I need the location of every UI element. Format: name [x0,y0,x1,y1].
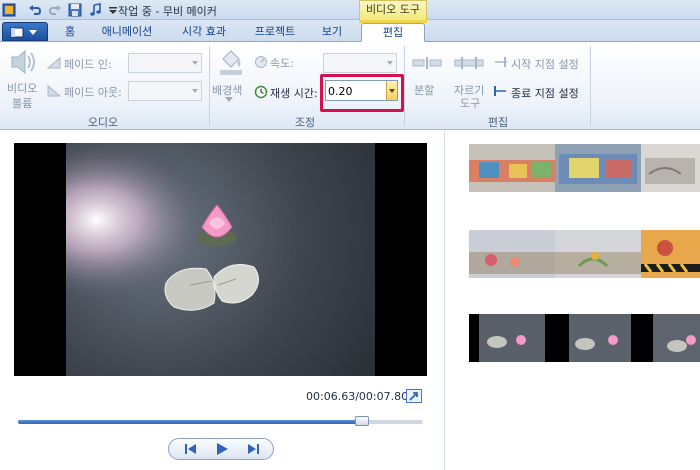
context-tab-strip [359,20,427,23]
storyboard-clip-1[interactable] [469,144,700,192]
set-start-point-icon [495,57,507,67]
expand-arrow-icon [409,392,418,401]
movie-maker-app-icon [2,3,16,17]
audio-group-label: 오디오 [87,116,119,129]
next-frame-icon [248,444,259,454]
redo-icon[interactable] [48,3,62,17]
fade-in-dropdown[interactable] [128,53,202,73]
duration-dropdown-arrow[interactable] [386,81,397,100]
video-volume-label-2[interactable]: 볼륨 [12,95,32,111]
fade-out-label: 페이드 아웃: [64,86,122,99]
tab-animations[interactable]: 애니메이션 [96,23,158,42]
tab-edit[interactable]: 편집 [361,23,425,42]
speed-icon [255,56,267,68]
split-icon [412,57,442,69]
speed-dropdown[interactable] [323,53,397,73]
tab-project[interactable]: 프로젝트 [248,23,302,42]
tab-view[interactable]: 보기 [316,23,348,42]
title-bar: 작업 중 - 무비 메이커 [0,0,700,20]
set-start-point-button[interactable]: 시작 지점 설정 [511,56,579,72]
tab-home[interactable]: 홈 [58,23,82,42]
wall-painting-clip-thumbnails [469,230,700,278]
video-tools-context-header: 비디오 도구 [359,0,427,20]
panel-divider[interactable] [444,131,445,470]
seek-bar-thumb[interactable] [355,416,370,426]
split-button[interactable]: 분할 [414,82,434,98]
play-button[interactable] [206,441,238,457]
set-end-point-icon [494,86,506,96]
group-separator [404,46,405,126]
video-preview[interactable] [14,143,427,376]
set-end-point-button[interactable]: 종료 지점 설정 [511,85,579,101]
mural-clip-thumbnails [469,144,700,192]
file-menu-button[interactable] [2,22,48,41]
background-color-icon [220,50,242,75]
file-menu-icon [10,27,37,38]
playback-controls [168,438,274,460]
undo-icon[interactable] [28,3,42,17]
preview-frame-image [66,143,375,376]
fullscreen-button[interactable] [406,389,422,403]
fade-out-dropdown[interactable] [128,81,202,101]
previous-frame-button[interactable] [174,441,206,457]
background-color-label[interactable]: 배경색 [212,82,242,98]
background-color-chevron-icon [225,97,233,102]
play-icon [217,443,228,455]
group-separator [590,46,591,126]
next-frame-button[interactable] [238,441,270,457]
lotus-clip-thumbnails [469,314,700,362]
fade-in-label: 페이드 인: [64,58,112,71]
duration-combobox[interactable] [325,80,398,101]
music-note-icon[interactable] [88,3,102,17]
trim-tool-icon [454,57,484,69]
speaker-volume-icon [11,49,35,75]
ribbon-tab-bar: 홈 애니메이션 시각 효과 프로젝트 보기 편집 [0,20,700,42]
trim-tool-label-2[interactable]: 도구 [460,95,480,111]
seek-bar-progress [18,420,363,424]
save-icon[interactable] [68,3,82,17]
playback-time: 00:06.63/00:07.80 [306,390,409,403]
storyboard-clip-2[interactable] [469,230,700,278]
window-title: 작업 중 - 무비 메이커 [118,5,217,18]
duration-clock-icon [254,85,268,99]
speed-label: 속도: [270,57,294,70]
lotus-on-pond-image [66,143,375,376]
previous-frame-icon [185,444,196,454]
video-volume-label-1[interactable]: 비디오 [7,80,37,96]
fade-in-icon [46,56,61,69]
edit-group-label: 편집 [487,116,509,129]
tab-visual-effects[interactable]: 시각 효과 [174,23,234,42]
group-separator [209,46,210,126]
storyboard-clip-3[interactable] [469,314,700,362]
adjust-group-label: 조정 [294,116,316,129]
fade-out-icon [47,84,62,97]
duration-label: 재생 시간: [270,87,318,100]
duration-input[interactable] [328,83,386,99]
